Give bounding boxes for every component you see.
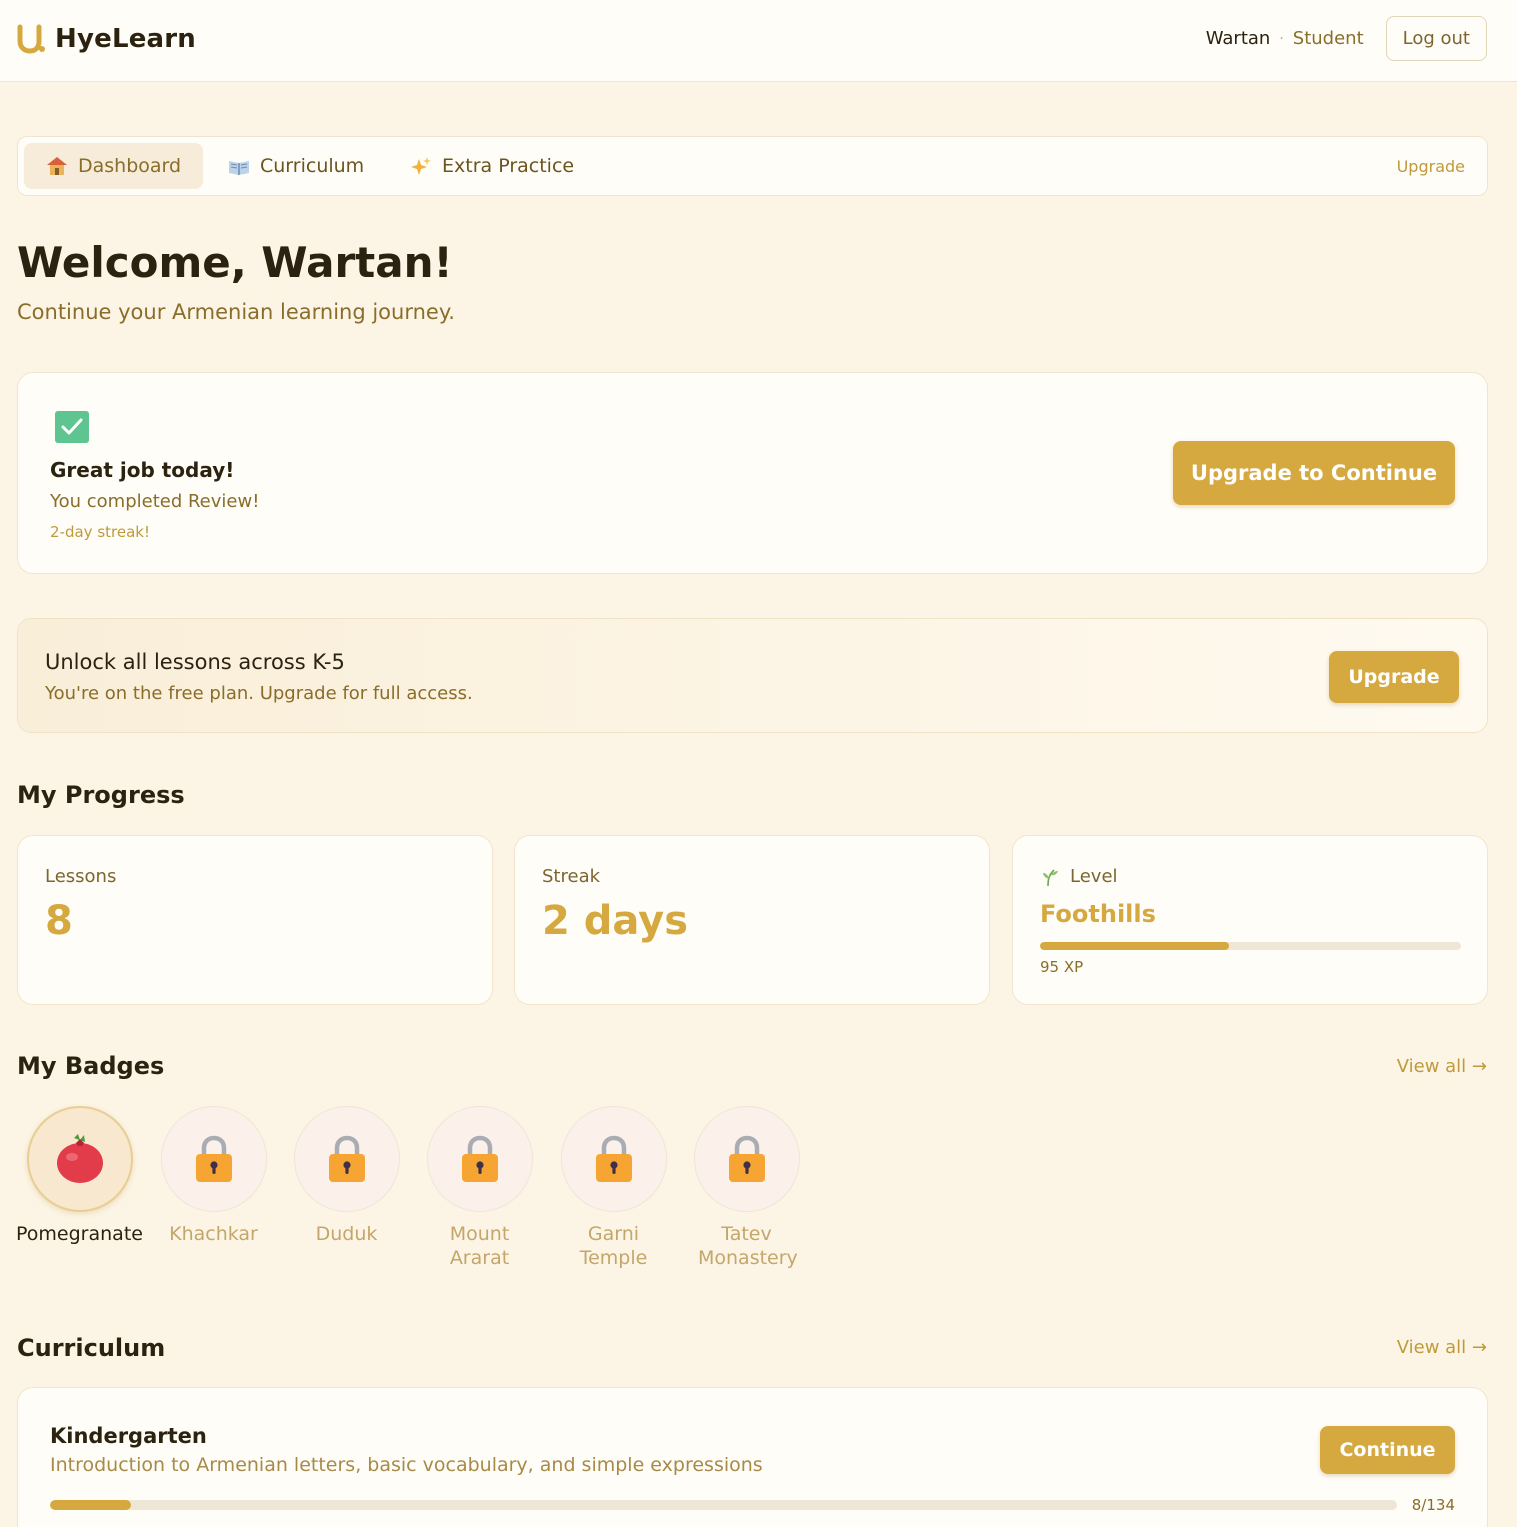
badge-name: Khachkar — [169, 1223, 258, 1245]
lock-icon — [461, 1135, 498, 1182]
sparkles-icon — [411, 157, 431, 175]
lessons-value: 8 — [45, 898, 73, 944]
badge-name: Duduk — [315, 1223, 378, 1245]
curriculum-progress-fill — [50, 1500, 131, 1510]
house-icon — [47, 157, 67, 175]
lessons-stat-card: Lessons 8 — [17, 835, 493, 1005]
pomegranate-icon — [56, 1134, 103, 1183]
level-label: Level — [1070, 866, 1118, 887]
xp-value: 95 XP — [1040, 958, 1084, 976]
curriculum-view-all-link[interactable]: View all → — [1397, 1337, 1487, 1358]
today-card: Great job today! You completed Review! 2… — [17, 372, 1488, 574]
tab-curriculum[interactable]: Curriculum — [206, 143, 386, 189]
streak-value: 2 days — [542, 898, 689, 944]
user-name: Wartan — [1205, 28, 1271, 49]
level-stat-card: Level Foothills 95 XP — [1012, 835, 1488, 1005]
upgrade-to-continue-button[interactable]: Upgrade to Continue — [1173, 441, 1455, 505]
banner-title: Unlock all lessons across K-5 — [45, 650, 345, 674]
xp-progress-bar — [1040, 942, 1461, 950]
badges-section-title: My Badges — [17, 1052, 165, 1080]
main-nav: Dashboard Curriculum Extra Practice Upgr… — [17, 136, 1488, 196]
tab-label: Extra Practice — [442, 155, 575, 177]
badge-garni-temple[interactable]: Garni Temple — [547, 1106, 680, 1270]
continue-button[interactable]: Continue — [1320, 1426, 1455, 1474]
book-icon — [229, 161, 249, 175]
page-title: Welcome, Wartan! — [17, 238, 453, 287]
badge-name: Pomegranate — [16, 1223, 143, 1245]
curriculum-progress-count: 8/134 — [1411, 1496, 1455, 1514]
today-subtitle: You completed Review! — [50, 491, 260, 512]
today-streak: 2-day streak! — [50, 523, 150, 541]
badges-view-all-link[interactable]: View all → — [1397, 1056, 1487, 1077]
badge-circle — [693, 1106, 800, 1212]
user-area: Wartan · Student Log out — [1206, 16, 1487, 61]
tab-dashboard[interactable]: Dashboard — [24, 143, 204, 189]
tab-extra-practice[interactable]: Extra Practice — [388, 143, 596, 189]
streak-stat-card: Streak 2 days — [514, 835, 990, 1005]
check-icon — [55, 411, 89, 443]
top-bar: HyeLearn Wartan · Student Log out — [0, 0, 1517, 82]
badge-circle — [293, 1106, 400, 1212]
banner-subtitle: You're on the free plan. Upgrade for ful… — [45, 683, 473, 704]
badge-pomegranate[interactable]: Pomegranate — [13, 1106, 146, 1246]
lessons-label: Lessons — [45, 866, 117, 887]
badge-name: Tatev Monastery — [698, 1223, 798, 1269]
lock-icon — [195, 1135, 232, 1182]
brand[interactable]: HyeLearn — [17, 24, 196, 54]
nav-upgrade-link[interactable]: Upgrade — [1397, 157, 1465, 176]
progress-section-title: My Progress — [17, 781, 185, 809]
badge-duduk[interactable]: Duduk — [280, 1106, 413, 1246]
badge-khachkar[interactable]: Khachkar — [147, 1106, 280, 1246]
curriculum-section-title: Curriculum — [17, 1334, 166, 1362]
page-subtitle: Continue your Armenian learning journey. — [17, 300, 455, 324]
badge-mount-ararat[interactable]: Mount Ararat — [413, 1106, 546, 1270]
today-title: Great job today! — [50, 458, 235, 482]
curriculum-description: Introduction to Armenian letters, basic … — [50, 1454, 763, 1476]
sprout-icon — [1043, 868, 1058, 886]
level-name: Foothills — [1040, 900, 1156, 928]
badge-circle — [560, 1106, 667, 1212]
lock-icon — [595, 1135, 632, 1182]
separator-dot: · — [1279, 30, 1284, 47]
user-role: Student — [1292, 28, 1364, 49]
upgrade-button[interactable]: Upgrade — [1329, 651, 1459, 703]
tab-label: Dashboard — [78, 155, 182, 177]
badge-circle — [160, 1106, 267, 1212]
level-label-row: Level — [1040, 866, 1118, 887]
tab-label: Curriculum — [260, 155, 365, 177]
xp-progress-fill — [1040, 942, 1230, 950]
lock-icon — [728, 1135, 765, 1182]
upgrade-banner: Unlock all lessons across K-5 You're on … — [17, 618, 1488, 733]
streak-label: Streak — [542, 866, 601, 887]
logo-icon — [17, 24, 45, 54]
curriculum-progress-bar — [50, 1500, 1397, 1510]
badge-tatev-monastery[interactable]: Tatev Monastery — [680, 1106, 813, 1270]
curriculum-card-kindergarten: Kindergarten Introduction to Armenian le… — [17, 1387, 1488, 1527]
badge-circle — [426, 1106, 533, 1212]
badge-name: Garni Temple — [579, 1223, 648, 1269]
curriculum-title: Kindergarten — [50, 1424, 207, 1448]
badge-circle — [26, 1106, 133, 1212]
app-name: HyeLearn — [55, 24, 197, 54]
logout-button[interactable]: Log out — [1385, 16, 1487, 61]
lock-icon — [328, 1135, 365, 1182]
badge-name: Mount Ararat — [449, 1223, 510, 1269]
